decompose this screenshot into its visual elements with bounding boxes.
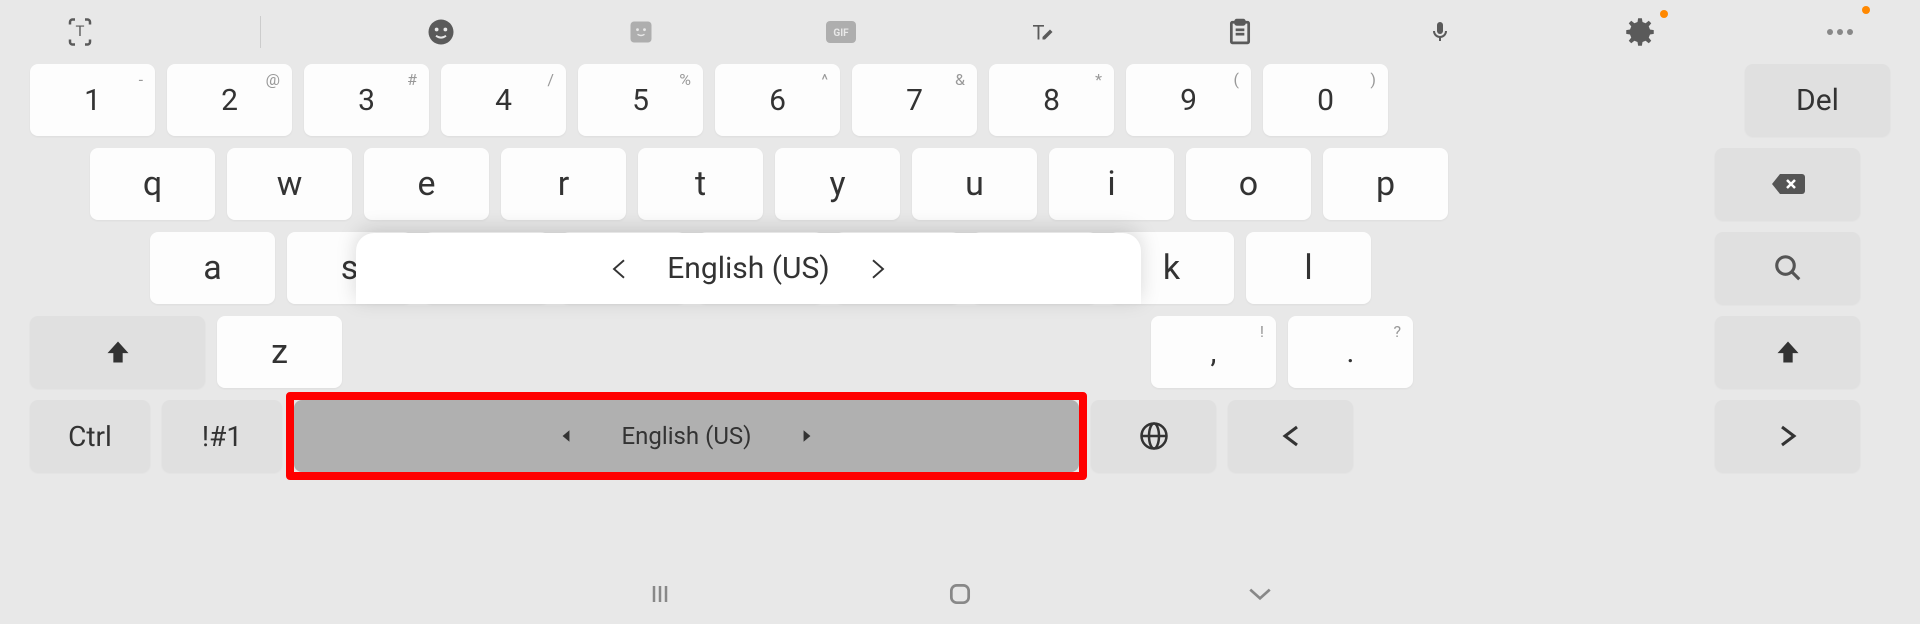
voice-icon[interactable]: [1420, 12, 1460, 52]
clipboard-icon[interactable]: [1220, 12, 1260, 52]
svg-text:GIF: GIF: [833, 28, 849, 39]
home-button[interactable]: [940, 574, 980, 614]
settings-icon[interactable]: [1620, 12, 1660, 52]
svg-text:T: T: [1033, 21, 1045, 45]
key-6[interactable]: 6^: [715, 64, 840, 136]
key-comma[interactable]: ,!: [1151, 316, 1276, 388]
language-key[interactable]: [1091, 400, 1216, 472]
more-icon[interactable]: [1820, 12, 1860, 52]
key-o[interactable]: o: [1186, 148, 1311, 220]
search-key[interactable]: [1715, 232, 1860, 304]
back-button[interactable]: [1240, 574, 1280, 614]
delete-key[interactable]: Del: [1745, 64, 1890, 136]
key-e[interactable]: e: [364, 148, 489, 220]
keyboard-area: 1- 2@ 3# 4/ 5% 6^ 7& 8* 9( 0) Del q w e …: [0, 64, 1920, 564]
key-9[interactable]: 9(: [1126, 64, 1251, 136]
key-l[interactable]: l: [1246, 232, 1371, 304]
recent-apps-button[interactable]: [640, 574, 680, 614]
key-a[interactable]: a: [150, 232, 275, 304]
key-5[interactable]: 5%: [578, 64, 703, 136]
key-y[interactable]: y: [775, 148, 900, 220]
key-8[interactable]: 8*: [989, 64, 1114, 136]
key-p[interactable]: p: [1323, 148, 1448, 220]
ctrl-key[interactable]: Ctrl: [30, 400, 150, 472]
toolbar-divider: [260, 16, 261, 48]
triangle-right-icon: [801, 428, 813, 444]
language-popup[interactable]: English (US): [356, 233, 1141, 304]
key-z[interactable]: z: [217, 316, 342, 388]
text-scan-icon[interactable]: T: [60, 12, 100, 52]
popup-language-label: English (US): [667, 251, 829, 286]
backspace-key[interactable]: [1715, 148, 1860, 220]
gif-icon[interactable]: GIF: [821, 12, 861, 52]
spacebar-container: English (US): [294, 400, 1079, 472]
triangle-left-icon: [611, 259, 627, 279]
symbols-key[interactable]: !#1: [162, 400, 282, 472]
key-2[interactable]: 2@: [167, 64, 292, 136]
shift-left-key[interactable]: [30, 316, 205, 388]
sticker-icon[interactable]: [621, 12, 661, 52]
key-1[interactable]: 1-: [30, 64, 155, 136]
qwerty-row: q w e r t y u i o p: [30, 148, 1890, 220]
key-w[interactable]: w: [227, 148, 352, 220]
key-3[interactable]: 3#: [304, 64, 429, 136]
number-row: 1- 2@ 3# 4/ 5% 6^ 7& 8* 9( 0) Del: [30, 64, 1890, 136]
keyboard-toolbar: T GIF T: [0, 0, 1920, 64]
globe-icon: [1139, 421, 1169, 451]
system-navbar: [0, 564, 1920, 624]
key-period[interactable]: .?: [1288, 316, 1413, 388]
triangle-right-icon: [870, 259, 886, 279]
key-i[interactable]: i: [1049, 148, 1174, 220]
key-q[interactable]: q: [90, 148, 215, 220]
key-u[interactable]: u: [912, 148, 1037, 220]
triangle-right-icon: [1778, 424, 1798, 448]
cursor-left-key[interactable]: [1228, 400, 1353, 472]
cursor-right-key[interactable]: [1715, 400, 1860, 472]
spacebar[interactable]: English (US): [294, 400, 1079, 472]
shift-right-key[interactable]: [1715, 316, 1860, 388]
popup-placeholder: [354, 316, 1139, 388]
more-notification-dot: [1862, 6, 1870, 14]
spacebar-language-label: English (US): [622, 422, 752, 450]
settings-notification-dot: [1660, 10, 1668, 18]
key-r[interactable]: r: [501, 148, 626, 220]
bottom-letter-row: z ,! .? English (US): [30, 316, 1890, 388]
emoji-icon[interactable]: [421, 12, 461, 52]
key-0[interactable]: 0): [1263, 64, 1388, 136]
key-7[interactable]: 7&: [852, 64, 977, 136]
triangle-left-icon: [1281, 424, 1301, 448]
function-row: Ctrl !#1 English (US): [30, 400, 1890, 472]
key-4[interactable]: 4/: [441, 64, 566, 136]
key-t[interactable]: t: [638, 148, 763, 220]
handwriting-icon[interactable]: T: [1020, 12, 1060, 52]
triangle-left-icon: [560, 428, 572, 444]
svg-text:T: T: [76, 22, 85, 40]
